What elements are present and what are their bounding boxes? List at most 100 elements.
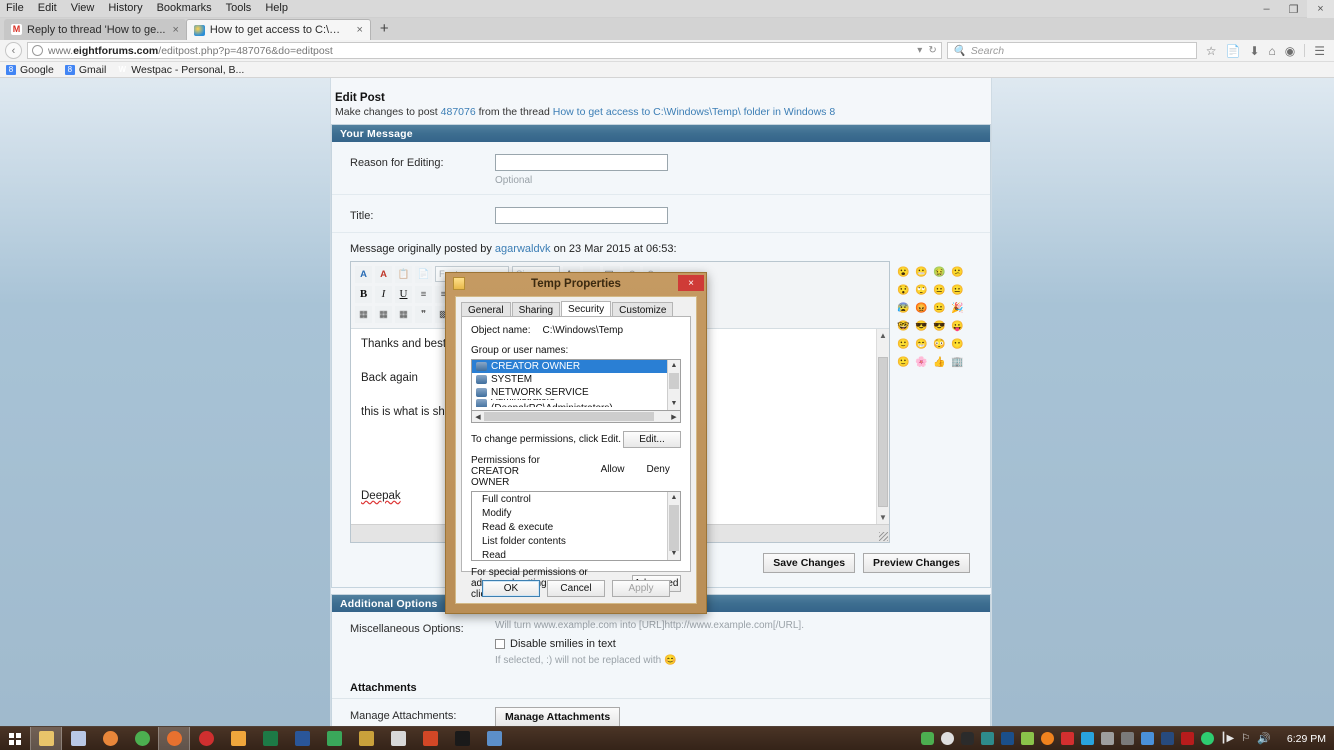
bookmark-google[interactable]: 8 Google xyxy=(6,64,54,76)
taskbar-item-powerpoint[interactable] xyxy=(414,727,446,750)
close-icon[interactable]: × xyxy=(1307,0,1334,18)
taskbar-item-chrome[interactable] xyxy=(126,727,158,750)
tray-cyan-icon[interactable] xyxy=(1080,732,1094,745)
tray-blue-icon[interactable] xyxy=(1000,732,1014,745)
sync-account-icon[interactable]: ◉ xyxy=(1285,44,1295,58)
smiley-item[interactable]: 🙂 xyxy=(896,355,911,370)
taskbar-item-opera[interactable] xyxy=(190,727,222,750)
bookmark-gmail[interactable]: 8 Gmail xyxy=(64,64,106,76)
tab-close-icon[interactable]: × xyxy=(356,24,362,36)
smiley-item[interactable]: 😡 xyxy=(914,301,929,316)
scroll-up-icon[interactable]: ▲ xyxy=(668,492,680,504)
smiley-item[interactable]: 😐 xyxy=(932,301,947,316)
tab-close-icon[interactable]: × xyxy=(172,24,178,36)
smiley-item[interactable]: 😎 xyxy=(914,319,929,334)
group-list-vscrollbar[interactable]: ▲ ▼ xyxy=(667,360,680,410)
start-button[interactable] xyxy=(0,727,30,750)
group-user-listbox[interactable]: CREATOR OWNER SYSTEM NETWORK SERVICE ▲ ▼ xyxy=(471,359,681,411)
smiley-item[interactable]: 😬 xyxy=(914,265,929,280)
permission-row[interactable]: Read xyxy=(472,548,680,561)
tray-dropbox-icon[interactable] xyxy=(1200,732,1214,745)
copy-icon[interactable]: 📋 xyxy=(395,265,412,283)
tray-gray-icon[interactable] xyxy=(1120,732,1134,745)
post-id-link[interactable]: 487076 xyxy=(441,106,476,118)
disable-smilies-checkbox[interactable] xyxy=(495,639,505,649)
scroll-down-icon[interactable]: ▼ xyxy=(668,398,680,410)
permission-row[interactable]: Full control xyxy=(472,492,680,506)
tab-customize[interactable]: Customize xyxy=(612,302,674,317)
back-icon[interactable]: ‹ xyxy=(5,42,22,59)
smiley-item[interactable]: 😐 xyxy=(932,283,947,298)
smiley-item[interactable]: 👍 xyxy=(932,355,947,370)
taskbar-item-silver-app[interactable] xyxy=(382,727,414,750)
thread-link[interactable]: How to get access to C:\Windows\Temp\ fo… xyxy=(553,106,835,118)
menu-view[interactable]: View xyxy=(69,2,97,14)
paste-icon[interactable]: 📄 xyxy=(415,265,432,283)
smiley-item[interactable]: 🙄 xyxy=(914,283,929,298)
remove-link-icon[interactable]: ▦ xyxy=(395,305,412,323)
smiley-item[interactable]: 😕 xyxy=(950,265,965,280)
insert-quote-icon[interactable]: ❞ xyxy=(415,305,432,323)
smiley-item[interactable]: 😁 xyxy=(914,337,929,352)
tray-red-icon[interactable] xyxy=(1060,732,1074,745)
tray-teal-icon[interactable] xyxy=(980,732,994,745)
taskbar-item-word[interactable] xyxy=(286,727,318,750)
taskbar-item-excel[interactable] xyxy=(254,727,286,750)
permission-row[interactable]: List folder contents xyxy=(472,534,680,548)
bookmark-westpac[interactable]: W Westpac - Personal, B... xyxy=(117,64,245,76)
align-left-icon[interactable]: ≡ xyxy=(415,285,432,303)
italic-icon[interactable]: I xyxy=(375,285,392,303)
scroll-right-icon[interactable]: ▶ xyxy=(668,413,680,421)
save-changes-button[interactable]: Save Changes xyxy=(763,553,856,573)
ok-button[interactable]: OK xyxy=(482,580,540,597)
taskbar-clock[interactable]: 6:29 PM xyxy=(1278,733,1326,745)
smiley-item[interactable]: 😐 xyxy=(950,283,965,298)
action-center-icon[interactable]: ⚐ xyxy=(1241,733,1250,744)
scroll-thumb[interactable] xyxy=(669,373,679,389)
insert-list-icon[interactable]: ▦ xyxy=(375,305,392,323)
dialog-close-icon[interactable]: × xyxy=(678,275,704,291)
list-item[interactable]: CREATOR OWNER xyxy=(472,360,680,373)
tray-navy-icon[interactable] xyxy=(1160,732,1174,745)
permission-row[interactable]: Read & execute xyxy=(472,520,680,534)
scroll-thumb[interactable] xyxy=(878,357,888,507)
menu-help[interactable]: Help xyxy=(263,2,290,14)
tab-security[interactable]: Security xyxy=(561,301,612,316)
reload-icon[interactable]: ↻ xyxy=(928,45,936,56)
title-input[interactable] xyxy=(495,207,668,224)
smiley-item[interactable]: 🤢 xyxy=(932,265,947,280)
smiley-item[interactable]: 🌸 xyxy=(914,355,929,370)
bold-icon[interactable]: B xyxy=(355,285,372,303)
taskbar-item-outlook[interactable] xyxy=(222,727,254,750)
hamburger-menu-icon[interactable]: ☰ xyxy=(1314,44,1325,58)
menu-tools[interactable]: Tools xyxy=(224,2,254,14)
apply-button[interactable]: Apply xyxy=(612,580,670,597)
tray-lime-icon[interactable] xyxy=(1020,732,1034,745)
smiley-item[interactable]: 🤓 xyxy=(896,319,911,334)
tray-pen-icon[interactable] xyxy=(1140,732,1154,745)
maximize-icon[interactable]: ❐ xyxy=(1280,0,1307,18)
smiley-item[interactable]: 😯 xyxy=(896,283,911,298)
permissions-listbox[interactable]: Full control Modify Read & execute List … xyxy=(471,491,681,561)
address-bar[interactable]: www.eightforums.com/editpost.php?p=48707… xyxy=(27,42,942,59)
tab-general[interactable]: General xyxy=(461,302,511,317)
reason-input[interactable] xyxy=(495,154,668,171)
tray-printer-icon[interactable] xyxy=(1100,732,1114,745)
author-link[interactable]: agarwaldvk xyxy=(495,243,551,255)
reader-icon[interactable]: 📄 xyxy=(1225,44,1240,58)
minimize-icon[interactable]: – xyxy=(1253,0,1280,18)
smiley-item[interactable]: 😳 xyxy=(932,337,947,352)
editor-resize-handle[interactable] xyxy=(879,532,888,541)
search-bar[interactable]: 🔍 Search xyxy=(946,42,1197,59)
smiley-item[interactable]: 🙂 xyxy=(896,337,911,352)
editor-scrollbar[interactable]: ▲ ▼ xyxy=(876,329,889,524)
tray-orange-icon[interactable] xyxy=(1040,732,1054,745)
tab-eightforums[interactable]: How to get access to C:\Wi... × xyxy=(185,19,371,40)
tray-dark-icon[interactable] xyxy=(960,732,974,745)
download-icon[interactable]: ⬇ xyxy=(1249,44,1259,58)
volume-icon[interactable]: 🔊 xyxy=(1257,732,1271,745)
taskbar-item-control-panel[interactable] xyxy=(478,727,510,750)
menu-bookmarks[interactable]: Bookmarks xyxy=(155,2,214,14)
menu-file[interactable]: File xyxy=(4,2,26,14)
taskbar-item-notepad[interactable] xyxy=(318,727,350,750)
